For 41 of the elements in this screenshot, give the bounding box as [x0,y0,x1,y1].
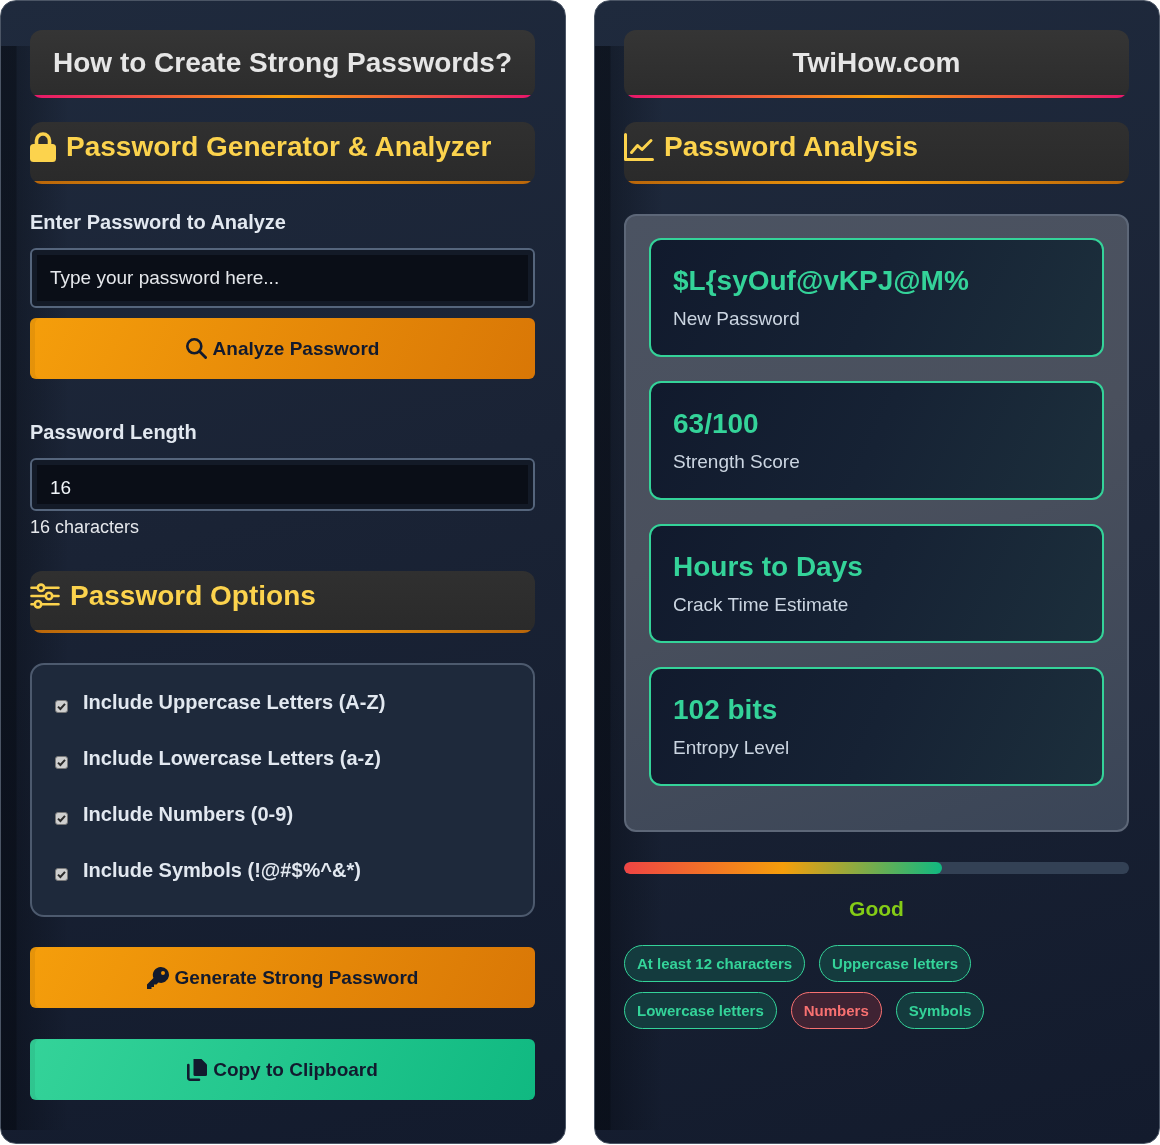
checkbox[interactable] [55,811,68,825]
section-title: Password Generator & Analyzer [66,130,492,164]
result-label: Crack Time Estimate [673,593,850,617]
line-chart-icon [624,133,654,161]
requirement-tag: Numbers [790,992,882,1029]
checkbox[interactable] [55,699,68,713]
copy-button[interactable]: Copy to Clipboard [30,1039,535,1100]
field-label: Enter Password to Analyze [30,210,287,234]
site-title: TwiHow.com [792,45,961,80]
sliders-icon [30,583,60,609]
option-label: Include Uppercase Letters (A-Z) [83,690,386,714]
requirement-tag: Uppercase letters [819,945,971,982]
section-title: Password Analysis [664,130,919,164]
checkbox[interactable] [55,755,68,769]
requirement-tag: Symbols [895,992,985,1029]
requirement-tag: Lowercase letters [624,992,777,1029]
page-title: How to Create Strong Passwords? [53,45,512,80]
result-label: New Password [673,307,801,331]
result-label: Entropy Level [673,736,791,760]
key-icon [146,966,169,989]
copy-icon [187,1058,208,1081]
result-value: 63/100 [673,407,760,441]
search-icon [185,338,207,359]
lock-icon [30,132,56,162]
option-label: Include Symbols (!@#$%^&*) [83,858,361,882]
result-value: 102 bits [673,693,779,727]
field-label: Password Length [30,420,198,444]
result-value: $L{syOuf@vKPJ@M% [673,264,970,298]
checkbox[interactable] [55,867,68,881]
generate-button[interactable]: Generate Strong Password [30,947,535,1008]
result-value: Hours to Days [673,550,864,584]
requirement-tag: At least 12 characters [624,945,806,982]
option-label: Include Numbers (0-9) [83,802,294,826]
length-hint: 16 characters [30,516,141,538]
strength-label: Good [849,897,904,921]
length-input[interactable]: 16 [30,458,535,511]
result-label: Strength Score [673,450,801,474]
analyze-button[interactable]: Analyze Password [30,318,535,379]
password-input[interactable]: Type your password here... [30,248,535,308]
option-label: Include Lowercase Letters (a-z) [83,746,381,770]
section-title: Password Options [70,579,316,613]
